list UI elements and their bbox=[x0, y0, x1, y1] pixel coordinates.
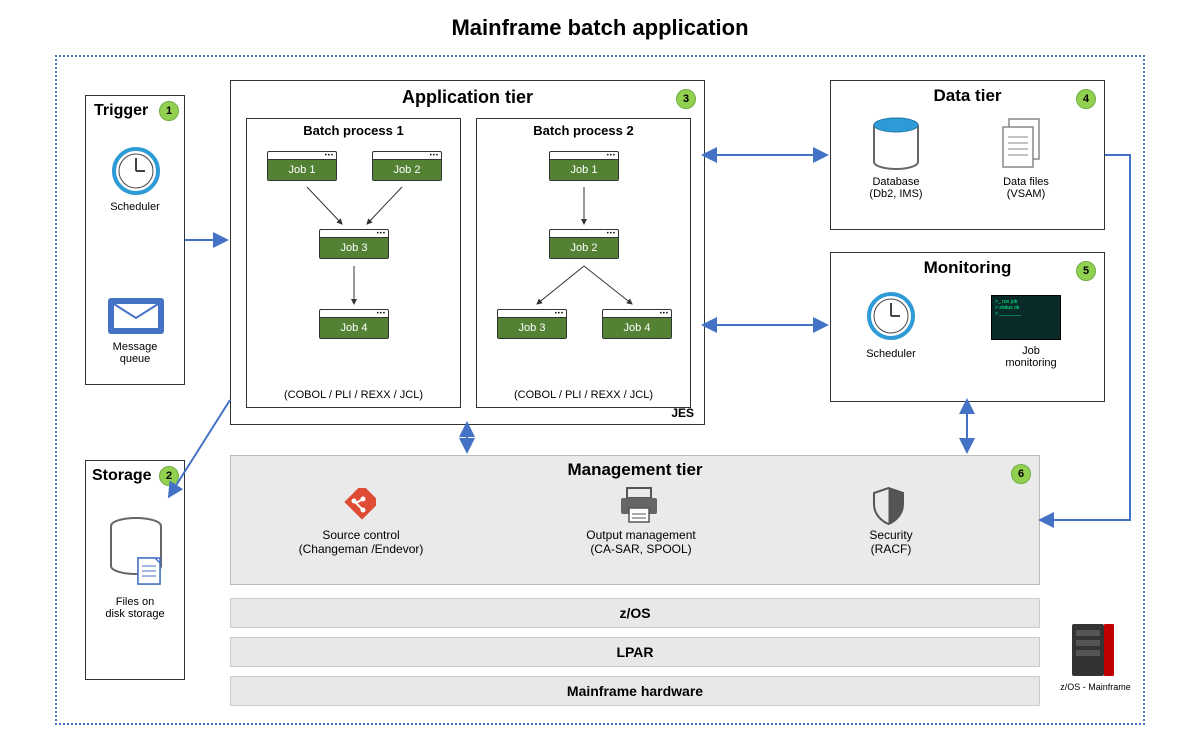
job-window: ••• Job 1 bbox=[549, 151, 619, 181]
shield-icon bbox=[871, 486, 906, 526]
jes-label: JES bbox=[671, 406, 694, 420]
output-mgmt-label: Output management (CA-SAR, SPOOL) bbox=[541, 528, 741, 556]
job-window: ••• Job 4 bbox=[602, 309, 672, 339]
bp1-title: Batch process 1 bbox=[247, 119, 460, 142]
batch-process-2-box: Batch process 2 ••• Job 1 ••• Job 2 ••• … bbox=[476, 118, 691, 408]
mq-label: Message queue bbox=[86, 341, 184, 365]
badge-6: 6 bbox=[1011, 464, 1031, 484]
job-window: ••• Job 1 bbox=[267, 151, 337, 181]
zos-layer: z/OS bbox=[230, 598, 1040, 628]
bp1-job3: Job 3 bbox=[320, 238, 388, 258]
git-icon bbox=[341, 488, 376, 523]
database-icon bbox=[871, 117, 921, 172]
security-label: Security (RACF) bbox=[811, 528, 971, 556]
bp1-langs: (COBOL / PLI / REXX / JCL) bbox=[247, 389, 460, 401]
diagram-title: Mainframe batch application bbox=[0, 15, 1200, 41]
datafiles-label: Data files (VSAM) bbox=[971, 176, 1081, 200]
lpar-layer: LPAR bbox=[230, 637, 1040, 667]
bp2-job4: Job 4 bbox=[603, 318, 671, 338]
job-window: ••• Job 2 bbox=[372, 151, 442, 181]
management-tier-box: 6 Management tier Source control (Change… bbox=[230, 455, 1040, 585]
badge-2: 2 bbox=[159, 466, 179, 486]
badge-3: 3 bbox=[676, 89, 696, 109]
storage-label: Files on disk storage bbox=[86, 596, 184, 620]
trigger-box: 1 Trigger Scheduler Message queue bbox=[85, 95, 185, 385]
message-queue-icon bbox=[106, 296, 166, 336]
mainframe-server-icon bbox=[1068, 620, 1118, 680]
app-tier-title: Application tier bbox=[231, 81, 704, 108]
server-label: z/OS - Mainframe bbox=[1048, 682, 1143, 692]
data-tier-box: 4 Data tier Database (Db2, IMS) Data fil… bbox=[830, 80, 1105, 230]
job-window: ••• Job 2 bbox=[549, 229, 619, 259]
batch-process-1-box: Batch process 1 ••• Job 1 ••• Job 2 ••• … bbox=[246, 118, 461, 408]
badge-5: 5 bbox=[1076, 261, 1096, 281]
clock-icon bbox=[866, 291, 916, 341]
badge-1: 1 bbox=[159, 101, 179, 121]
printer-icon bbox=[619, 486, 659, 524]
monitoring-title: Monitoring bbox=[831, 253, 1104, 278]
mon-scheduler-label: Scheduler bbox=[841, 348, 941, 360]
job-window: ••• Job 4 bbox=[319, 309, 389, 339]
scheduler-label: Scheduler bbox=[86, 201, 184, 213]
bp1-job2: Job 2 bbox=[373, 160, 441, 180]
job-window: ••• Job 3 bbox=[497, 309, 567, 339]
data-tier-title: Data tier bbox=[831, 81, 1104, 106]
mgmt-title: Management tier bbox=[231, 456, 1039, 480]
bp2-job1: Job 1 bbox=[550, 160, 618, 180]
badge-4: 4 bbox=[1076, 89, 1096, 109]
disk-icon bbox=[106, 516, 166, 586]
bp2-langs: (COBOL / PLI / REXX / JCL) bbox=[477, 389, 690, 401]
monitoring-box: 5 Monitoring Scheduler >_ run job> statu… bbox=[830, 252, 1105, 402]
terminal-icon: >_ run job> status ok> ________ bbox=[991, 295, 1061, 340]
src-control-label: Source control (Changeman /Endevor) bbox=[271, 528, 451, 556]
job-window: ••• Job 3 bbox=[319, 229, 389, 259]
bp1-job4: Job 4 bbox=[320, 318, 388, 338]
bp2-job2: Job 2 bbox=[550, 238, 618, 258]
bp1-job1: Job 1 bbox=[268, 160, 336, 180]
bp2-title: Batch process 2 bbox=[477, 119, 690, 142]
bp2-job3: Job 3 bbox=[498, 318, 566, 338]
clock-icon bbox=[111, 146, 161, 196]
storage-box: 2 Storage Files on disk storage bbox=[85, 460, 185, 680]
app-tier-box: 3 Application tier JES Batch process 1 •… bbox=[230, 80, 705, 425]
database-label: Database (Db2, IMS) bbox=[841, 176, 951, 200]
files-icon bbox=[1001, 117, 1046, 172]
hw-layer: Mainframe hardware bbox=[230, 676, 1040, 706]
job-mon-label: Job monitoring bbox=[976, 345, 1086, 369]
